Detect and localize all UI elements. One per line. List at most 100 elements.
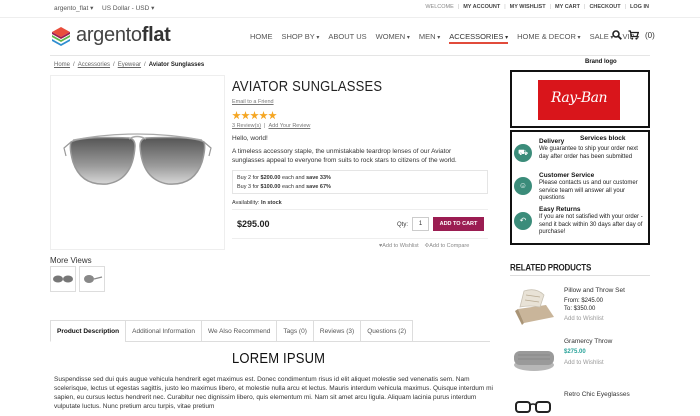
checkout-link[interactable]: CHECKOUT xyxy=(589,4,620,10)
rating-stars xyxy=(232,111,277,120)
related-products-title: RELATED PRODUCTS xyxy=(510,263,592,273)
qty-label: Qty: xyxy=(397,222,409,228)
header-divider xyxy=(50,55,650,56)
currency-switcher[interactable]: US Dollar - USD ▾ xyxy=(102,4,154,12)
thumbnail-1-image xyxy=(53,275,73,283)
short-desc-greeting: Hello, world! xyxy=(232,135,268,142)
chevron-down-icon: ▾ xyxy=(314,35,320,41)
tier-price-1-mid: each and xyxy=(280,175,307,181)
breadcrumb-accessories[interactable]: Accessories xyxy=(78,62,110,68)
nav-item-sale[interactable]: SALE ▾ xyxy=(590,32,614,44)
star-icon xyxy=(232,111,241,120)
breadcrumb-home[interactable]: Home xyxy=(54,62,70,68)
truck-icon: ⛟ xyxy=(514,144,532,162)
logo-text-light: argento xyxy=(76,24,142,46)
logo-text-bold: flat xyxy=(141,24,171,46)
my-account-link[interactable]: MY ACCOUNT xyxy=(463,4,500,10)
site-logo[interactable]: argentoflat xyxy=(50,24,171,47)
add-to-wishlist-link[interactable]: ♥Add to Wishlist xyxy=(379,243,419,249)
product-price: $295.00 xyxy=(237,219,270,229)
chevron-down-icon: ▾ xyxy=(405,35,410,41)
services-caption: Services block xyxy=(580,135,626,142)
breadcrumb: Home / Accessories / Eyewear / Aviator Sung… xyxy=(54,62,205,68)
tier-price-2-price: $100.00 xyxy=(260,183,281,190)
related-item-2-price: $275.00 xyxy=(564,349,586,355)
breadcrumb-eyewear[interactable]: Eyewear xyxy=(118,62,141,68)
tier-price-1-price: $200.00 xyxy=(260,175,281,181)
related-item-1-name[interactable]: Pillow and Throw Set xyxy=(564,287,625,294)
email-friend-link[interactable]: Email to a Friend xyxy=(232,99,274,105)
top-links: WELCOME | MY ACCOUNT | MY WISHLIST | MY … xyxy=(425,4,649,10)
related-item-3-name[interactable]: Retro Chic Eyeglasses xyxy=(564,391,630,398)
tier-price-1: Buy 2 for $200.00 each and save 33% xyxy=(237,174,483,183)
tier-price-1-pre: Buy 2 for xyxy=(237,175,261,181)
add-to-compare-label: Add to Compare xyxy=(429,243,470,249)
chevron-down-icon: ▾ xyxy=(435,35,441,41)
service-returns-text: If you are not satisfied with your order… xyxy=(539,214,643,235)
support-icon: ☺ xyxy=(514,177,532,195)
my-cart-link[interactable]: MY CART xyxy=(555,4,580,10)
nav-item-men[interactable]: MEN ▾ xyxy=(419,32,440,44)
nav-item-about-us[interactable]: ABOUT US xyxy=(328,32,366,44)
thumbnail-2[interactable] xyxy=(79,266,105,292)
star-icon xyxy=(268,111,277,120)
availability-value: In stock xyxy=(260,200,282,206)
search-icon[interactable] xyxy=(612,30,622,40)
nav-item-home[interactable]: HOME xyxy=(250,32,273,44)
add-to-wishlist-label: Add to Wishlist xyxy=(382,243,419,249)
service-delivery-text: We guarantee to ship your order next day… xyxy=(539,146,638,160)
service-customer-title: Customer Service xyxy=(539,172,595,179)
availability-label: Availability: xyxy=(232,200,260,206)
reviews-count-link[interactable]: 3 Review(s) xyxy=(232,123,261,129)
service-returns-title: Easy Returns xyxy=(539,206,581,213)
header-icons: (0) xyxy=(612,30,655,40)
thumbnail-2-image xyxy=(84,275,103,283)
cart-icon[interactable] xyxy=(628,30,639,40)
currency-switcher-label: US Dollar - USD xyxy=(102,5,150,12)
my-wishlist-link[interactable]: MY WISHLIST xyxy=(510,4,546,10)
related-item-3-image[interactable] xyxy=(510,388,558,416)
nav-item-accessories[interactable]: ACCESSORIES ▾ xyxy=(449,32,509,44)
tab-additional-information[interactable]: Additional Information xyxy=(125,320,202,342)
related-item-2-name[interactable]: Gramercy Throw xyxy=(564,338,612,345)
short-description: A timeless accessory staple, the unmista… xyxy=(232,148,457,164)
retro-eyeglasses-image xyxy=(515,401,551,413)
tier-price-1-save: save 33% xyxy=(306,175,331,181)
store-switcher[interactable]: argento_flat ▾ xyxy=(54,4,93,12)
nav-item-home-decor[interactable]: HOME & DECOR ▾ xyxy=(517,32,580,44)
tab-we-also-recommend[interactable]: We Also Recommend xyxy=(201,320,278,342)
related-item-2-wishlist[interactable]: Add to Wishlist xyxy=(564,360,604,366)
tab-questions[interactable]: Questions (2) xyxy=(360,320,414,342)
tier-price-2-save: save 67% xyxy=(306,183,331,190)
pillow-throw-image xyxy=(515,289,554,325)
add-to-cart-button[interactable]: ADD TO CART xyxy=(433,217,484,231)
product-main-image[interactable] xyxy=(50,75,225,250)
aviator-sunglasses-image xyxy=(63,133,212,185)
tab-product-description[interactable]: Product Description xyxy=(50,320,127,342)
thumbnail-1[interactable] xyxy=(50,266,76,292)
description-body: Suspendisse sed dui quis augue vehicula … xyxy=(54,376,493,410)
related-item-1-wishlist[interactable]: Add to Wishlist xyxy=(564,316,604,322)
tier-price-2: Buy 3 for $100.00 each and save 67% xyxy=(237,183,483,192)
related-item-1-price-to: To: $350.00 xyxy=(564,306,596,312)
tab-tags[interactable]: Tags (0) xyxy=(276,320,314,342)
nav-item-women[interactable]: WOMEN ▾ xyxy=(376,32,410,44)
nav-item-label: SHOP BY xyxy=(281,32,315,41)
log-in-link[interactable]: LOG IN xyxy=(630,4,649,10)
related-item-2-image[interactable] xyxy=(510,335,558,379)
qty-input[interactable]: 1 xyxy=(412,217,429,231)
brand-logo-caption: Brand logo xyxy=(585,59,617,65)
tier-price-2-pre: Buy 3 for xyxy=(237,183,261,190)
related-item-1-image[interactable] xyxy=(510,283,558,327)
nav-item-label: ACCESSORIES xyxy=(449,32,504,41)
star-icon xyxy=(241,111,250,120)
more-views-title: More Views xyxy=(50,256,92,265)
add-review-link[interactable]: Add Your Review xyxy=(268,123,310,129)
product-title: AVIATOR SUNGLASSES xyxy=(232,78,383,95)
nav-item-shop-by[interactable]: SHOP BY ▾ xyxy=(282,32,320,44)
rayban-logo[interactable]: Ray-Ban xyxy=(538,80,620,120)
tab-reviews[interactable]: Reviews (3) xyxy=(312,320,362,342)
add-to-compare-link[interactable]: ✣Add to Compare xyxy=(425,243,470,249)
service-customer-text: Please contacts us and our customer serv… xyxy=(539,180,638,201)
cart-count[interactable]: (0) xyxy=(645,31,655,40)
